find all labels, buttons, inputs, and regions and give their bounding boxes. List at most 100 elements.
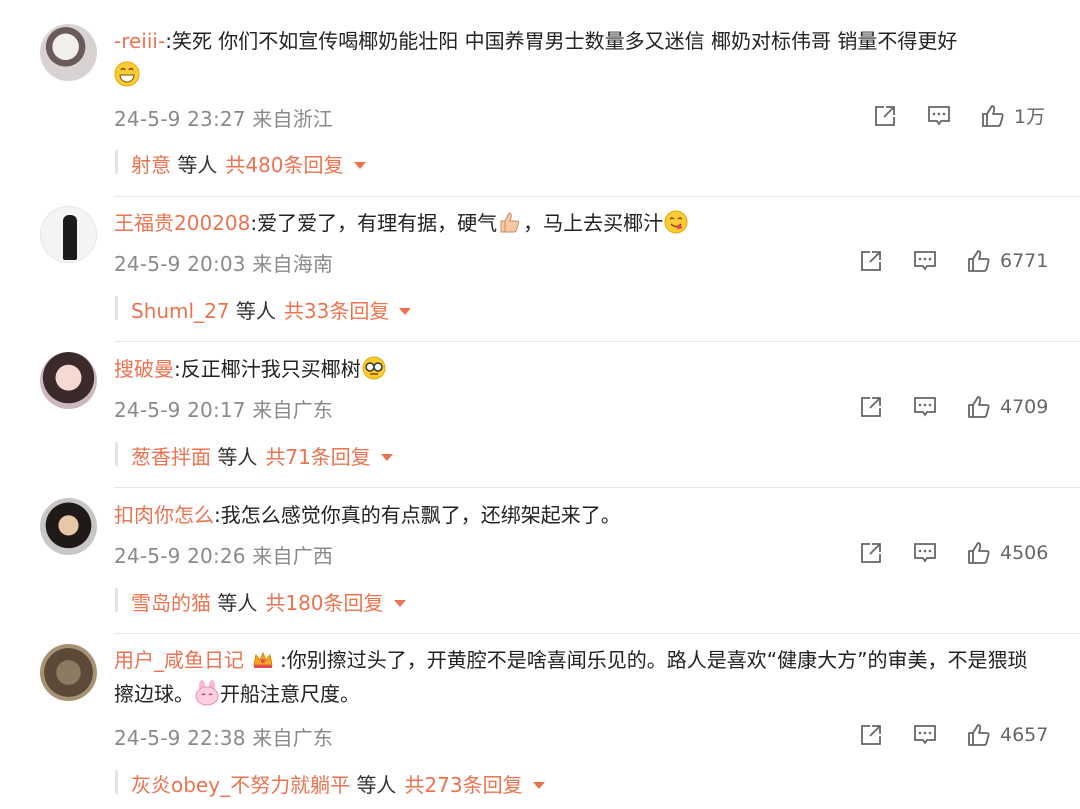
glasses-emoji-icon <box>362 356 386 380</box>
thumbs-up-icon <box>968 724 990 746</box>
like-button[interactable]: 4709 <box>966 394 1048 420</box>
replies-link[interactable]: 射意 等人 共480条回复 <box>131 149 366 178</box>
like-count: 6771 <box>1000 250 1049 272</box>
reply-username[interactable]: 射意 <box>131 153 171 177</box>
comment-icon[interactable] <box>912 248 938 274</box>
like-count: 4657 <box>1000 724 1049 746</box>
avatar[interactable] <box>40 206 97 263</box>
comment-icon[interactable] <box>926 103 952 129</box>
comment-meta: 24-5-9 23:27 来自浙江 <box>114 103 333 132</box>
comment-meta: 24-5-9 20:17 来自广东 <box>114 394 333 423</box>
chevron-down-icon[interactable] <box>393 600 406 607</box>
divider <box>114 341 1080 342</box>
reply-others: 等人 <box>235 299 276 323</box>
divider <box>114 633 1080 634</box>
thumbs-up-icon <box>982 104 1004 127</box>
comment-time: 24-5-9 20:17 <box>114 398 246 422</box>
avatar[interactable] <box>40 498 97 555</box>
thumbs-up-icon <box>968 542 990 564</box>
comment-username[interactable]: 扣肉你怎么 <box>114 503 214 527</box>
reply-bar <box>115 442 118 466</box>
comment-time: 24-5-9 23:27 <box>114 107 246 131</box>
like-count: 4506 <box>1000 542 1049 564</box>
thumbs-up-icon <box>968 396 990 418</box>
reply-username[interactable]: 雪岛的猫 <box>131 591 211 615</box>
comment-time: 24-5-9 20:26 <box>114 544 246 568</box>
replies-link[interactable]: 灰炎obey_不努力就躺平 等人 共273条回复 <box>131 769 545 798</box>
share-icon[interactable] <box>858 394 884 420</box>
comment-username[interactable]: -reiii- <box>114 29 165 53</box>
comment-meta: 24-5-9 20:03 来自海南 <box>114 248 333 277</box>
like-button[interactable]: 1万 <box>980 102 1045 129</box>
reply-bar <box>115 296 118 320</box>
avatar[interactable] <box>40 352 97 409</box>
comment-content: :笑死 你们不如宣传喝椰奶能壮阳 中国养胃男士数量多又迷信 椰奶对标伟哥 销量不… <box>165 29 958 53</box>
comment-text: 王福贵200208:爱了爱了，有理有据，硬气 ，马上去买椰汁 <box>114 206 1044 240</box>
reply-total[interactable]: 共180条回复 <box>265 591 383 615</box>
replies-link[interactable]: 葱香拌面 等人 共71条回复 <box>131 441 393 470</box>
comment-time: 24-5-9 22:38 <box>114 726 246 750</box>
comment-content-tail: 开船注意尺度。 <box>220 682 360 706</box>
yum-emoji-icon <box>664 210 688 234</box>
reply-total[interactable]: 共273条回复 <box>404 773 522 797</box>
reply-username[interactable]: 葱香拌面 <box>131 445 211 469</box>
thumbs-up-emoji-icon <box>500 212 520 233</box>
reply-username[interactable]: Shuml_27 <box>131 299 230 323</box>
thumbs-up-icon <box>968 250 990 272</box>
avatar[interactable] <box>40 644 97 701</box>
like-button[interactable]: 6771 <box>966 248 1048 274</box>
comment-username[interactable]: 王福贵200208 <box>114 211 250 235</box>
chevron-down-icon[interactable] <box>399 308 412 315</box>
comment-text: -reiii-:笑死 你们不如宣传喝椰奶能壮阳 中国养胃男士数量多又迷信 椰奶对… <box>114 24 1044 92</box>
comment-text: 扣肉你怎么:我怎么感觉你真的有点飘了，还绑架起来了。 <box>114 498 1044 532</box>
comment-time: 24-5-9 20:03 <box>114 252 246 276</box>
chevron-down-icon[interactable] <box>532 782 545 789</box>
comment-location: 来自广东 <box>252 726 334 750</box>
comment-icon[interactable] <box>912 540 938 566</box>
comment-icon[interactable] <box>912 722 938 748</box>
share-icon[interactable] <box>858 722 884 748</box>
comment-text: 搜破曼:反正椰汁我只买椰树 <box>114 352 1044 386</box>
reply-others: 等人 <box>356 773 397 797</box>
comment-meta: 24-5-9 22:38 来自广东 <box>114 722 333 751</box>
reply-bar <box>115 588 118 612</box>
comment-content-tail: ，马上去买椰汁 <box>523 211 664 235</box>
comment-location: 来自海南 <box>252 252 334 276</box>
crown-icon <box>253 651 273 668</box>
share-icon[interactable] <box>872 103 898 129</box>
chevron-down-icon[interactable] <box>380 454 393 461</box>
reply-username[interactable]: 灰炎obey_不努力就躺平 <box>131 773 350 797</box>
divider <box>114 196 1080 197</box>
reply-bar <box>115 770 118 794</box>
reply-others: 等人 <box>217 445 258 469</box>
divider <box>114 487 1080 488</box>
share-icon[interactable] <box>858 540 884 566</box>
like-count: 1万 <box>1014 106 1046 128</box>
grin-emoji-icon <box>114 61 140 87</box>
comment-icon[interactable] <box>912 394 938 420</box>
comment-meta: 24-5-9 20:26 来自广西 <box>114 540 333 569</box>
replies-link[interactable]: Shuml_27 等人 共33条回复 <box>131 295 412 324</box>
reply-total[interactable]: 共33条回复 <box>284 299 389 323</box>
reply-total[interactable]: 共480条回复 <box>225 153 343 177</box>
comment-text: 用户_咸鱼日记:你别擦过头了，开黄腔不是啥喜闻乐见的。路人是喜欢“健康大方”的审… <box>114 643 1044 711</box>
comment-username[interactable]: 搜破曼 <box>114 357 174 381</box>
comment-content: :爱了爱了，有理有据，硬气 <box>250 211 498 235</box>
avatar[interactable] <box>40 24 97 81</box>
like-button[interactable]: 4657 <box>966 722 1048 748</box>
replies-link[interactable]: 雪岛的猫 等人 共180条回复 <box>131 587 406 616</box>
chevron-down-icon[interactable] <box>353 162 366 169</box>
reply-total[interactable]: 共71条回复 <box>265 445 370 469</box>
like-count: 4709 <box>1000 396 1049 418</box>
bunny-emoji-icon <box>195 680 219 706</box>
comment-location: 来自广东 <box>252 398 334 422</box>
share-icon[interactable] <box>858 248 884 274</box>
reply-bar <box>115 150 118 174</box>
comment-username[interactable]: 用户_咸鱼日记 <box>114 648 244 672</box>
comment-location: 来自浙江 <box>252 107 334 131</box>
like-button[interactable]: 4506 <box>966 540 1048 566</box>
comment-location: 来自广西 <box>252 544 334 568</box>
reply-others: 等人 <box>177 153 218 177</box>
comment-content: :反正椰汁我只买椰树 <box>174 357 361 381</box>
comment-content: :我怎么感觉你真的有点飘了，还绑架起来了。 <box>214 503 621 527</box>
